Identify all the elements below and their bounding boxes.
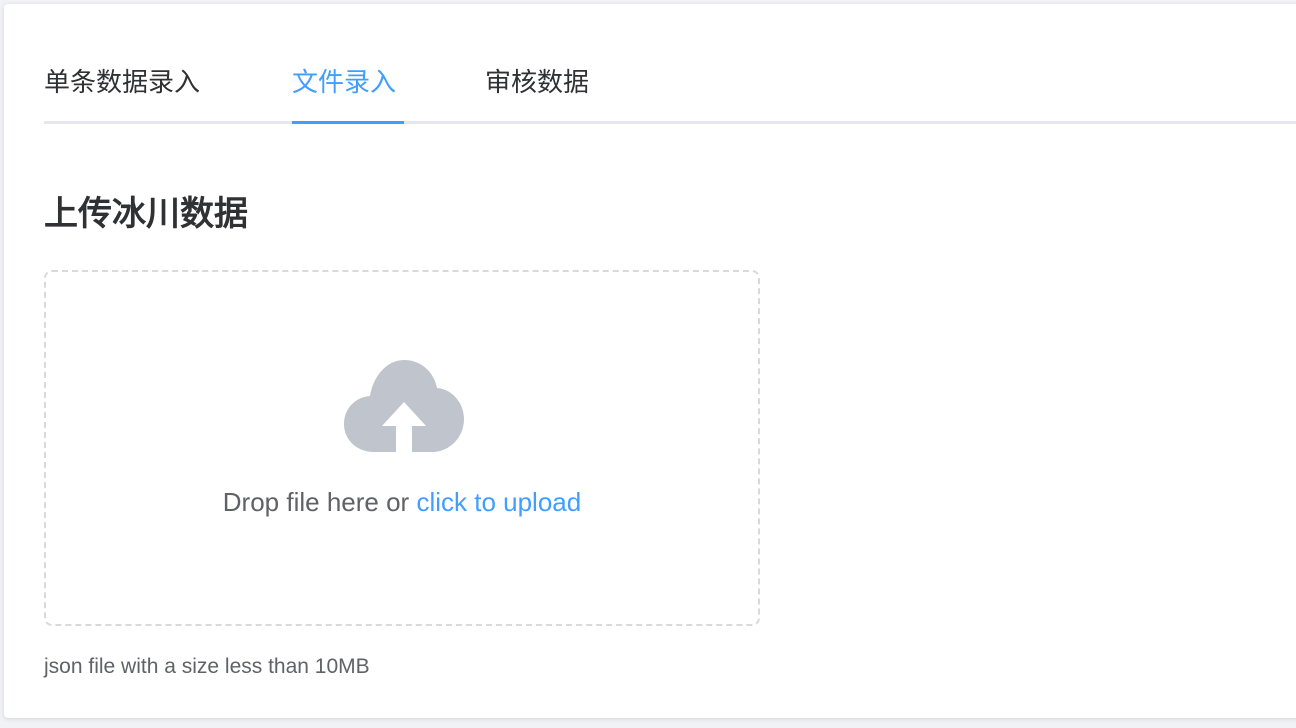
upload-dropzone[interactable]: Drop file here or click to upload xyxy=(44,270,760,626)
tab-review-data[interactable]: 审核数据 xyxy=(485,64,589,100)
upload-tip: json file with a size less than 10MB xyxy=(44,655,370,678)
click-to-upload-link[interactable]: click to upload xyxy=(416,487,581,517)
cloud-upload-icon xyxy=(344,360,464,452)
tab-bar: 单条数据录入 文件录入 审核数据 xyxy=(44,4,1296,126)
tab-file-entry[interactable]: 文件录入 xyxy=(292,64,396,100)
tab-track xyxy=(44,121,1296,124)
tab-single-entry[interactable]: 单条数据录入 xyxy=(44,64,200,100)
upload-card: 单条数据录入 文件录入 审核数据 上传冰川数据 Drop file here o… xyxy=(4,4,1296,718)
dropzone-prompt: Drop file here or xyxy=(222,487,417,517)
dropzone-text: Drop file here or click to upload xyxy=(46,484,758,520)
active-tab-indicator xyxy=(292,121,404,124)
section-title: 上传冰川数据 xyxy=(44,195,248,233)
